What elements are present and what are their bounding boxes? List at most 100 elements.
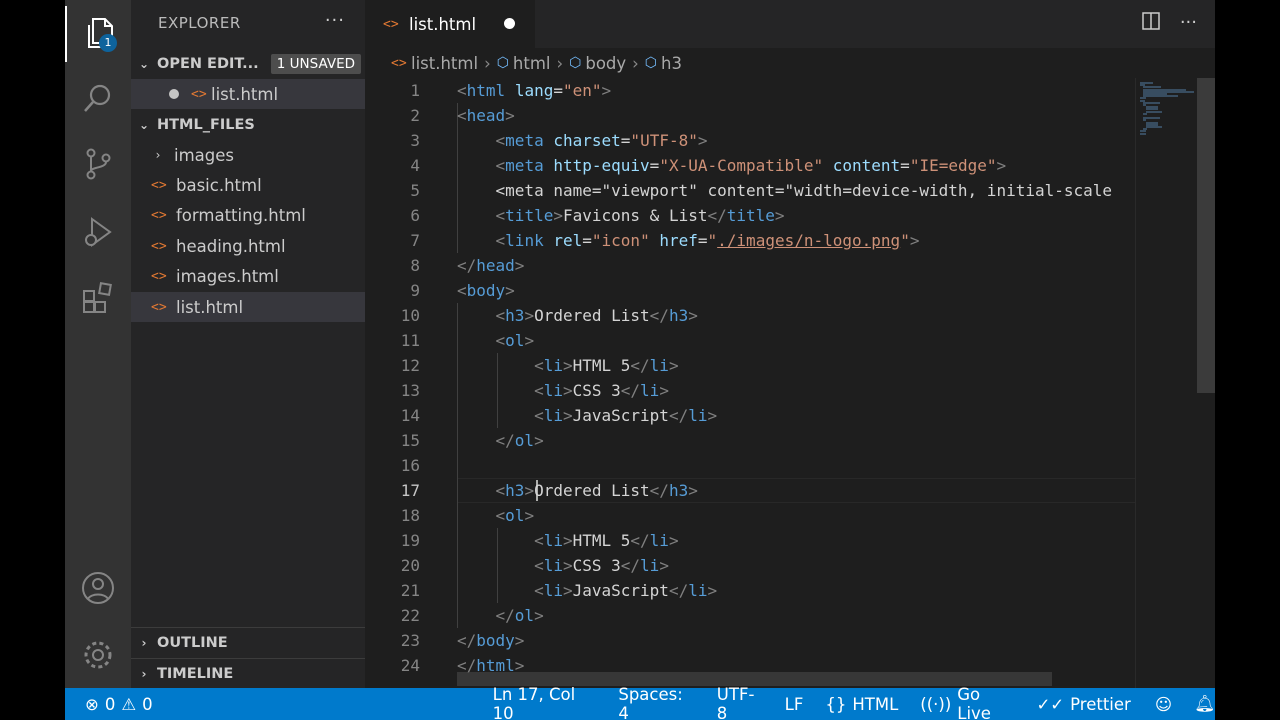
search-icon[interactable]	[65, 70, 131, 126]
code-text: <li>JavaScript</li>	[534, 406, 718, 425]
code-line[interactable]: 9 <body>	[365, 278, 1135, 303]
code-text: <body>	[457, 281, 515, 300]
status-bar: ⊗ 0 ⚠ 0 Ln 17, Col 10 Spaces: 4 UTF-8 LF…	[65, 685, 1215, 720]
unsaved-dot-icon[interactable]	[504, 18, 515, 29]
code-line[interactable]: 20 <li>CSS 3</li>	[365, 553, 1135, 578]
tree-item-list[interactable]: <> list.html	[131, 292, 365, 322]
html-file-icon: <>	[151, 238, 167, 254]
line-number: 23	[400, 631, 420, 650]
open-editors-label: OPEN EDIT...	[157, 56, 259, 72]
code-editor[interactable]: 1 <html lang="en"> 2 <head> 3 <meta charset=…	[365, 78, 1137, 686]
code-text: <li>JavaScript</li>	[534, 581, 718, 600]
go-live-button[interactable]: ((·)) Go Live	[920, 685, 1014, 720]
source-control-icon[interactable]	[65, 136, 131, 192]
code-text: <ol>	[495, 506, 535, 525]
chevron-right-icon: ›	[632, 53, 639, 73]
code-line[interactable]: 6 <title>Favicons & List</title>	[365, 203, 1135, 228]
code-line[interactable]: 5 <meta name="viewport" content="width=d…	[365, 178, 1135, 203]
extensions-icon[interactable]	[65, 270, 131, 326]
more-actions-icon[interactable]: ···	[1180, 12, 1197, 35]
code-text: <h3>Ordered List</h3>	[495, 481, 698, 500]
code-text: </head>	[457, 256, 525, 275]
code-line[interactable]: 12 <li>HTML 5</li>	[365, 353, 1135, 378]
code-line[interactable]: 23 </body>	[365, 628, 1135, 653]
split-editor-icon[interactable]	[1142, 12, 1160, 35]
code-line[interactable]: 1 <html lang="en">	[365, 78, 1135, 103]
indentation[interactable]: Spaces: 4	[618, 685, 694, 720]
tree-item-label: heading.html	[176, 236, 286, 256]
chevron-right-icon: ›	[141, 636, 147, 650]
prettier-label: Prettier	[1070, 694, 1131, 714]
code-line[interactable]: 22 </ol>	[365, 603, 1135, 628]
code-text: <li>HTML 5</li>	[534, 531, 679, 550]
account-icon[interactable]	[65, 560, 131, 616]
cursor-position[interactable]: Ln 17, Col 10	[493, 685, 597, 720]
braces-icon: {}	[825, 694, 847, 714]
breadcrumb-item[interactable]: h3	[661, 54, 682, 73]
code-line[interactable]: 11 <ol>	[365, 328, 1135, 353]
breadcrumb-item[interactable]: html	[513, 54, 551, 73]
minimap-line	[1146, 110, 1162, 113]
code-text: <title>Favicons & List</title>	[495, 206, 785, 225]
more-actions-icon[interactable]: ···	[325, 10, 345, 31]
prettier-button[interactable]: ✓✓ Prettier	[1036, 695, 1130, 714]
code-line[interactable]: 8 </head>	[365, 253, 1135, 278]
check-all-icon: ✓✓	[1036, 694, 1065, 714]
horizontal-scrollbar[interactable]	[457, 672, 1052, 686]
explorer-title: EXPLORER	[158, 14, 241, 32]
code-line[interactable]: 16	[365, 453, 1135, 478]
minimap-line	[1146, 126, 1162, 128]
notifications-bell-icon[interactable]: 🔔︎	[1194, 694, 1215, 714]
tab-label: list.html	[409, 14, 477, 34]
code-line[interactable]: 17 <h3>Ordered List</h3>	[365, 478, 1135, 503]
tree-item-images-html[interactable]: <> images.html	[131, 261, 365, 291]
run-debug-icon[interactable]	[65, 204, 131, 260]
workspace-section[interactable]: ⌄ HTML_FILES	[131, 110, 365, 140]
line-number: 17	[400, 481, 420, 500]
tab-list-html[interactable]: <> list.html	[365, 0, 535, 48]
line-number: 21	[400, 581, 420, 600]
outline-section[interactable]: › OUTLINE	[131, 628, 365, 658]
settings-gear-icon[interactable]	[65, 627, 131, 683]
tree-item-heading[interactable]: <> heading.html	[131, 231, 365, 261]
code-line[interactable]: 15 </ol>	[365, 428, 1135, 453]
code-line[interactable]: 13 <li>CSS 3</li>	[365, 378, 1135, 403]
feedback-icon[interactable]: ☺	[1155, 695, 1172, 714]
code-line[interactable]: 19 <li>HTML 5</li>	[365, 528, 1135, 553]
problems-indicator[interactable]: ⊗ 0 ⚠ 0	[85, 695, 153, 714]
tree-item-images-folder[interactable]: › images	[131, 140, 365, 170]
element-cube-icon: ⬡	[496, 55, 509, 71]
code-line[interactable]: 3 <meta charset="UTF-8">	[365, 128, 1135, 153]
open-editor-item[interactable]: <> list.html	[131, 79, 365, 109]
end-of-line[interactable]: LF	[785, 695, 804, 714]
chevron-right-icon: ›	[484, 53, 491, 73]
code-line[interactable]: 18 <ol>	[365, 503, 1135, 528]
code-text: </ol>	[495, 431, 544, 450]
tree-item-label: formatting.html	[176, 205, 306, 225]
line-number: 10	[400, 306, 420, 325]
tree-item-formatting[interactable]: <> formatting.html	[131, 200, 365, 230]
breadcrumb-item[interactable]: list.html	[411, 54, 478, 73]
timeline-label: TIMELINE	[157, 666, 234, 682]
timeline-section[interactable]: › TIMELINE	[131, 659, 365, 689]
code-line[interactable]: 14 <li>JavaScript</li>	[365, 403, 1135, 428]
unsaved-dot-icon[interactable]	[169, 89, 179, 99]
open-editors-section[interactable]: ⌄ OPEN EDIT... 1 UNSAVED	[131, 49, 365, 79]
warning-count: 0	[142, 694, 153, 714]
code-line[interactable]: 10 <h3>Ordered List</h3>	[365, 303, 1135, 328]
code-line[interactable]: 7 <link rel="icon" href="./images/n-logo…	[365, 228, 1135, 253]
line-number: 3	[410, 131, 420, 150]
element-cube-icon: ⬡	[644, 55, 658, 71]
code-line[interactable]: 4 <meta http-equiv="X-UA-Compatible" con…	[365, 153, 1135, 178]
code-line[interactable]: 21 <li>JavaScript</li>	[365, 578, 1135, 603]
code-line[interactable]: 2 <head>	[365, 103, 1135, 128]
vertical-scrollbar[interactable]	[1197, 78, 1215, 393]
encoding[interactable]: UTF-8	[717, 685, 763, 720]
outline-label: OUTLINE	[157, 635, 228, 651]
line-number: 15	[400, 431, 420, 450]
language-mode[interactable]: {} HTML	[825, 695, 898, 714]
explorer-icon[interactable]: 1	[65, 6, 131, 62]
tree-item-basic[interactable]: <> basic.html	[131, 170, 365, 200]
breadcrumb: <> list.html › ⬡ html › ⬡ body › ⬡ h3	[365, 48, 1215, 78]
breadcrumb-item[interactable]: body	[585, 54, 626, 73]
